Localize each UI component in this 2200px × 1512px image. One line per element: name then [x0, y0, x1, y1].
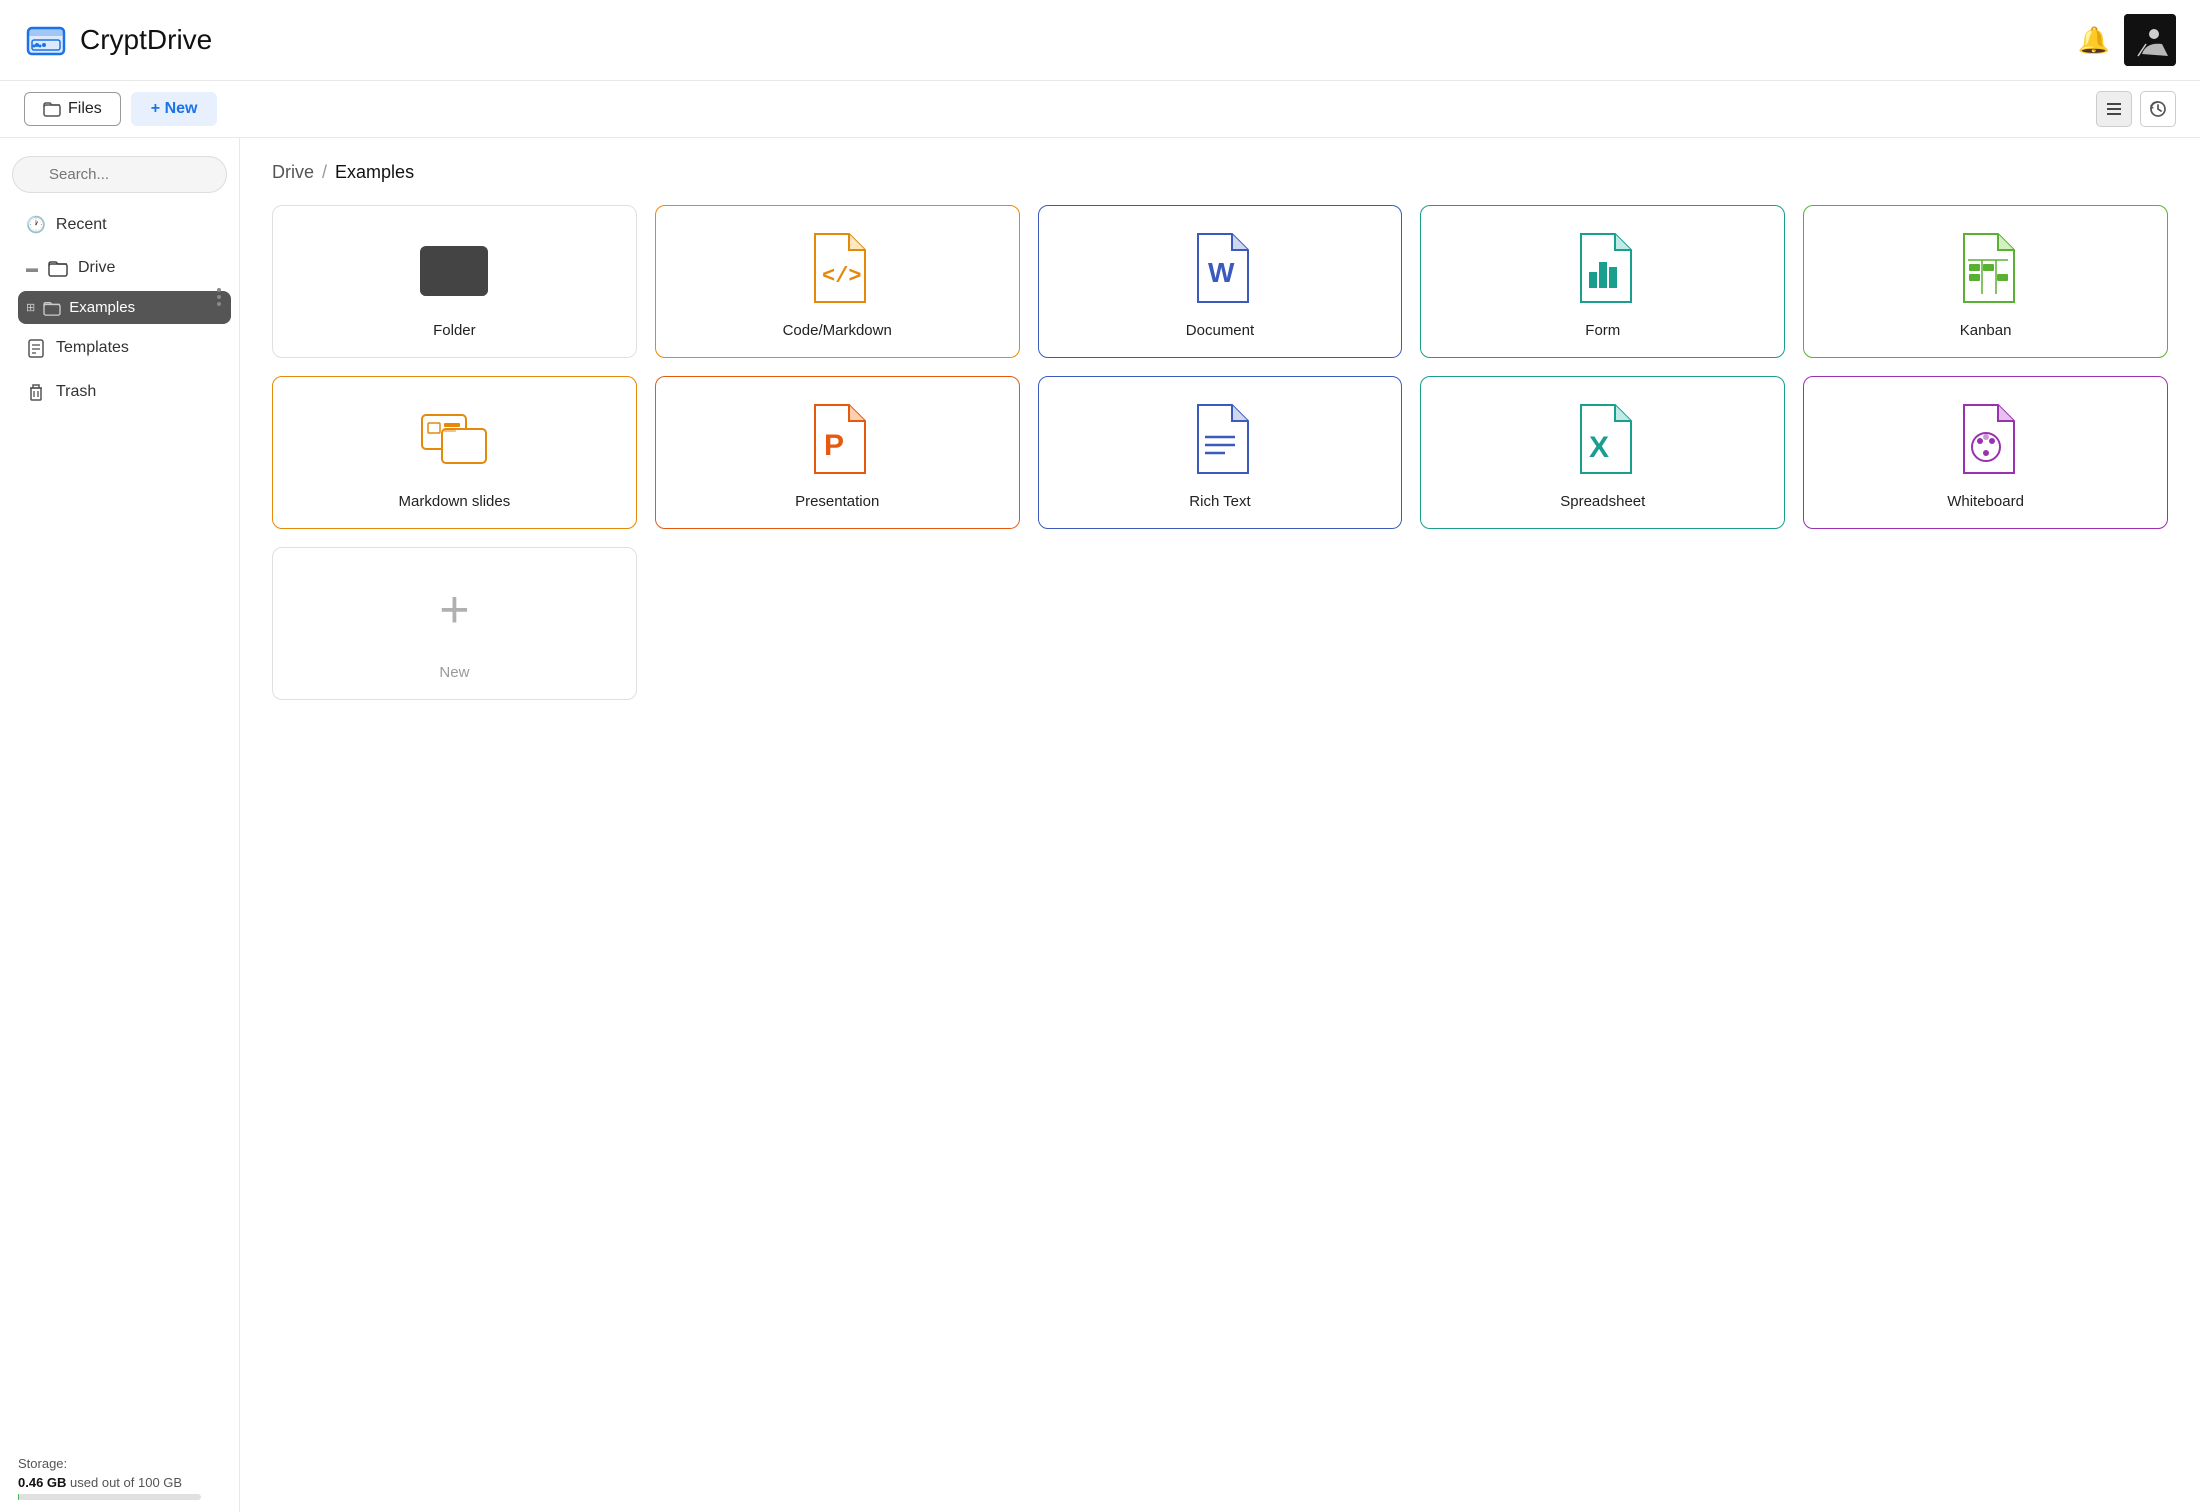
dot1: [217, 288, 221, 292]
trash-icon: [26, 382, 46, 402]
markdown-slides-card-label: Markdown slides: [399, 493, 511, 510]
sidebar-item-templates[interactable]: Templates: [8, 328, 231, 368]
form-card-label: Form: [1585, 322, 1620, 339]
kanban-card-icon: [1950, 228, 2022, 308]
list-icon: [2105, 101, 2123, 117]
toolbar-right: [2096, 91, 2176, 127]
context-menu-button[interactable]: [213, 284, 225, 310]
sidebar-item-trash[interactable]: Trash: [8, 372, 231, 412]
document-card-icon: W: [1184, 228, 1256, 308]
card-folder[interactable]: Folder: [272, 205, 637, 358]
breadcrumb-sep: /: [322, 162, 327, 183]
recent-label: Recent: [56, 216, 107, 234]
avatar[interactable]: [2124, 14, 2176, 66]
search-input[interactable]: [12, 156, 227, 193]
spreadsheet-card-icon: X: [1567, 399, 1639, 479]
svg-text:X: X: [1589, 431, 1609, 464]
sidebar-tree-area: ⊞ Examples: [0, 289, 239, 326]
code-card-icon: </>: [801, 228, 873, 308]
files-button[interactable]: Files: [24, 92, 121, 126]
svg-text:</>: </>: [822, 264, 862, 289]
card-whiteboard[interactable]: Whiteboard: [1803, 376, 2168, 529]
dot2: [217, 295, 221, 299]
breadcrumb-root[interactable]: Drive: [272, 162, 314, 183]
template-icon: [26, 338, 46, 358]
avatar-image: [2124, 14, 2176, 66]
rich-text-card-icon: [1184, 399, 1256, 479]
rich-text-card-label: Rich Text: [1189, 493, 1250, 510]
history-button[interactable]: [2140, 91, 2176, 127]
code-card-label: Code/Markdown: [783, 322, 892, 339]
new-card-icon: +: [418, 570, 490, 650]
breadcrumb: Drive / Examples: [272, 162, 2168, 183]
bell-icon[interactable]: 🔔: [2078, 25, 2110, 56]
whiteboard-card-icon: [1950, 399, 2022, 479]
card-markdown-slides[interactable]: Markdown slides: [272, 376, 637, 529]
card-kanban[interactable]: Kanban: [1803, 205, 2168, 358]
header: CryptDrive 🔔: [0, 0, 2200, 81]
svg-text:W: W: [1208, 257, 1235, 288]
markdown-slides-card-icon: [418, 399, 490, 479]
sidebar-item-drive[interactable]: ▬ Drive: [8, 249, 231, 287]
drive-icon: [24, 18, 68, 62]
sidebar-item-recent[interactable]: 🕐 Recent: [8, 205, 231, 245]
plus-tree-icon: ⊞: [26, 301, 35, 314]
storage-label: Storage:: [18, 1456, 221, 1471]
new-button[interactable]: + New: [131, 92, 218, 126]
search-area: 🔍: [12, 156, 227, 193]
clock-icon: 🕐: [26, 215, 46, 235]
kanban-card-label: Kanban: [1960, 322, 2012, 339]
svg-text:P: P: [824, 429, 844, 462]
content-area: Drive / Examples Folder: [240, 138, 2200, 1512]
card-presentation[interactable]: P Presentation: [655, 376, 1020, 529]
presentation-card-label: Presentation: [795, 493, 879, 510]
card-rich-text[interactable]: Rich Text: [1038, 376, 1403, 529]
storage-detail: 0.46 GB used out of 100 GB: [18, 1475, 221, 1490]
plus-icon: +: [439, 584, 469, 636]
header-icons: 🔔: [2078, 14, 2176, 66]
storage-bar: [18, 1494, 201, 1500]
sidebar: 🔍 🕐 Recent ▬ Drive ⊞ Examples: [0, 138, 240, 1512]
form-card-icon: [1567, 228, 1639, 308]
trash-label: Trash: [56, 383, 96, 401]
app-title: CryptDrive: [80, 24, 212, 56]
card-new[interactable]: + New: [272, 547, 637, 700]
breadcrumb-current: Examples: [335, 162, 414, 183]
folder-card-icon: [418, 228, 490, 308]
cards-grid: Folder </> Code/Markdown: [272, 205, 2168, 700]
presentation-card-icon: P: [801, 399, 873, 479]
folder-card-label: Folder: [433, 322, 476, 339]
card-spreadsheet[interactable]: X Spreadsheet: [1420, 376, 1785, 529]
search-wrapper: 🔍: [12, 156, 227, 193]
logo-area: CryptDrive: [24, 18, 2078, 62]
history-icon: [2149, 100, 2167, 118]
minus-icon: ▬: [26, 261, 38, 275]
drive-label: Drive: [78, 259, 115, 277]
folder-icon-small: [43, 101, 61, 117]
spreadsheet-card-label: Spreadsheet: [1560, 493, 1645, 510]
sidebar-item-examples[interactable]: ⊞ Examples: [18, 291, 231, 324]
folder-icon-drive: [48, 259, 68, 277]
storage-area: Storage: 0.46 GB used out of 100 GB: [0, 1446, 239, 1500]
templates-label: Templates: [56, 339, 129, 357]
files-label: Files: [68, 100, 102, 118]
card-code[interactable]: </> Code/Markdown: [655, 205, 1020, 358]
list-view-button[interactable]: [2096, 91, 2132, 127]
folder-icon-examples: [43, 300, 61, 316]
new-label: + New: [151, 100, 198, 118]
examples-label: Examples: [69, 299, 135, 316]
document-card-label: Document: [1186, 322, 1254, 339]
toolbar-left: Files + New: [24, 92, 217, 126]
whiteboard-card-label: Whiteboard: [1947, 493, 2024, 510]
new-card-label: New: [439, 664, 469, 681]
toolbar: Files + New: [0, 81, 2200, 138]
card-form[interactable]: Form: [1420, 205, 1785, 358]
dot3: [217, 302, 221, 306]
card-document[interactable]: W Document: [1038, 205, 1403, 358]
storage-bar-fill: [18, 1494, 19, 1500]
main-layout: 🔍 🕐 Recent ▬ Drive ⊞ Examples: [0, 138, 2200, 1512]
